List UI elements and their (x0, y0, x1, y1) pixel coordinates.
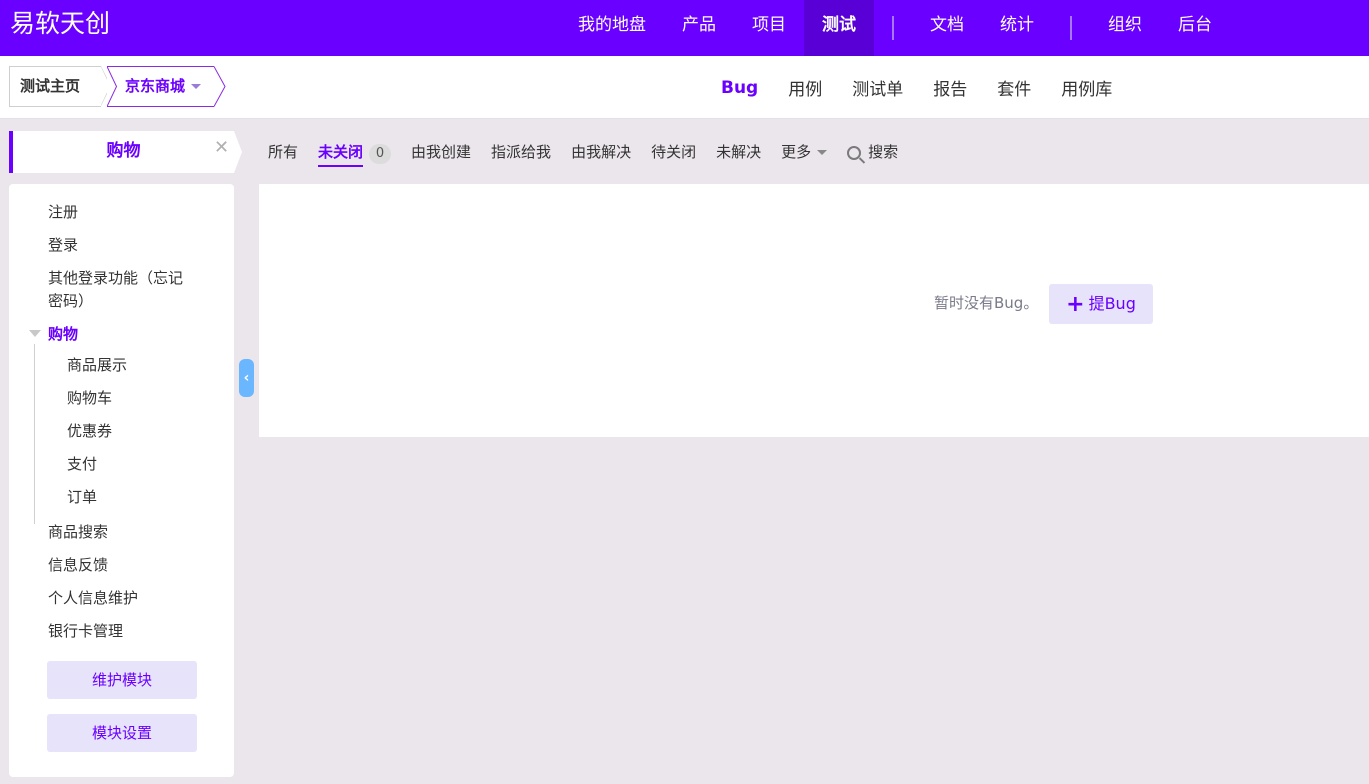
nav-product[interactable]: 产品 (664, 0, 734, 56)
tab-unclosed[interactable]: 未关闭 0 (308, 131, 401, 173)
module-settings-button[interactable]: 模块设置 (47, 714, 197, 752)
top-navbar: 易软天创 我的地盘 产品 项目 测试 文档 统计 组织 后台 (0, 0, 1369, 56)
tree-item-other-login-cont[interactable]: 密码） (48, 290, 93, 313)
tab-all[interactable]: 所有 (258, 131, 308, 173)
brand-logo[interactable]: 易软天创 (10, 8, 110, 40)
tree-item-profile[interactable]: 个人信息维护 (48, 587, 138, 610)
tree-item-order[interactable]: 订单 (67, 486, 97, 509)
module-filter-header: 购物 ✕ (9, 131, 242, 173)
tree-item-payment[interactable]: 支付 (67, 453, 97, 476)
module-tree: 注册 登录 其他登录功能（忘记 密码） 购物 商品展示 购物车 优惠券 支付 订… (9, 184, 234, 777)
close-icon[interactable]: ✕ (214, 139, 230, 157)
tab-resolved-by-me[interactable]: 由我解决 (561, 131, 641, 173)
nav-admin[interactable]: 后台 (1160, 0, 1230, 56)
count-badge: 0 (369, 144, 392, 164)
breadcrumb-test-home[interactable]: 测试主页 (9, 66, 111, 107)
breadcrumb-product-switcher[interactable]: 京东商城 (107, 66, 226, 107)
tree-item-cart[interactable]: 购物车 (67, 387, 112, 410)
empty-message: 暂时没有Bug。 (934, 294, 1039, 312)
tab-more[interactable]: 更多 (771, 131, 837, 173)
subnav-report[interactable]: 报告 (918, 75, 982, 100)
nav-divider (1070, 16, 1072, 40)
tab-created-by-me[interactable]: 由我创建 (401, 131, 481, 173)
chevron-left-icon: ‹ (243, 370, 250, 386)
tree-item-register[interactable]: 注册 (48, 201, 78, 224)
nav-project[interactable]: 项目 (734, 0, 804, 56)
nav-company[interactable]: 组织 (1090, 0, 1160, 56)
search-icon (847, 145, 862, 160)
caret-down-icon[interactable] (29, 330, 41, 337)
subnav-case[interactable]: 用例 (773, 75, 837, 100)
tree-item-product-display[interactable]: 商品展示 (67, 354, 127, 377)
tree-item-search[interactable]: 商品搜索 (48, 521, 108, 544)
tab-unclosed-label: 未关闭 (318, 143, 364, 167)
main-nav: 我的地盘 产品 项目 测试 文档 统计 组织 后台 (560, 0, 1230, 56)
breadcrumb-right-edge (214, 66, 226, 107)
search-toggle[interactable]: 搜索 (837, 131, 908, 173)
tab-assigned-to-me[interactable]: 指派给我 (481, 131, 561, 173)
tab-more-label: 更多 (781, 143, 812, 161)
subnav-bug[interactable]: Bug (706, 78, 773, 98)
tree-item-login[interactable]: 登录 (48, 234, 78, 257)
tree-group-shopping[interactable]: 购物 (48, 323, 78, 346)
subnav-testtask[interactable]: 测试单 (837, 75, 918, 100)
tree-item-feedback[interactable]: 信息反馈 (48, 554, 108, 577)
nav-doc[interactable]: 文档 (912, 0, 982, 56)
maintain-module-button[interactable]: 维护模块 (47, 661, 197, 699)
tab-unresolved[interactable]: 未解决 (706, 131, 771, 173)
tab-to-close[interactable]: 待关闭 (641, 131, 706, 173)
plus-icon: + (1066, 292, 1085, 317)
module-filter-title: 购物 (106, 141, 141, 161)
breadcrumb-product-label: 京东商城 (125, 77, 186, 95)
tree-item-bankcard[interactable]: 银行卡管理 (48, 620, 123, 643)
test-subnav: Bug 用例 测试单 报告 套件 用例库 (706, 56, 1127, 119)
add-bug-label: 提Bug (1088, 294, 1136, 313)
nav-test[interactable]: 测试 (804, 0, 874, 56)
tree-item-other-login[interactable]: 其他登录功能（忘记 (48, 267, 183, 290)
search-label: 搜索 (868, 143, 899, 161)
chevron-down-icon (191, 84, 202, 89)
subnav-suite[interactable]: 套件 (982, 75, 1046, 100)
nav-report[interactable]: 统计 (982, 0, 1052, 56)
sidebar-collapse-toggle[interactable]: ‹ (239, 359, 254, 397)
nav-my[interactable]: 我的地盘 (560, 0, 664, 56)
subnav-caselib[interactable]: 用例库 (1046, 75, 1127, 100)
bug-filter-tabs: 所有 未关闭 0 由我创建 指派给我 由我解决 待关闭 未解决 更多 搜索 (258, 131, 908, 173)
tree-connector (34, 344, 35, 524)
sub-navbar: 测试主页 京东商城 Bug 用例 测试单 报告 套件 用例库 (0, 56, 1369, 119)
add-bug-button[interactable]: + 提Bug (1049, 284, 1153, 324)
chevron-down-icon (817, 150, 828, 155)
bug-list-panel: 暂时没有Bug。 + 提Bug (259, 184, 1369, 437)
tree-item-coupon[interactable]: 优惠券 (67, 420, 112, 443)
nav-divider (892, 16, 894, 40)
